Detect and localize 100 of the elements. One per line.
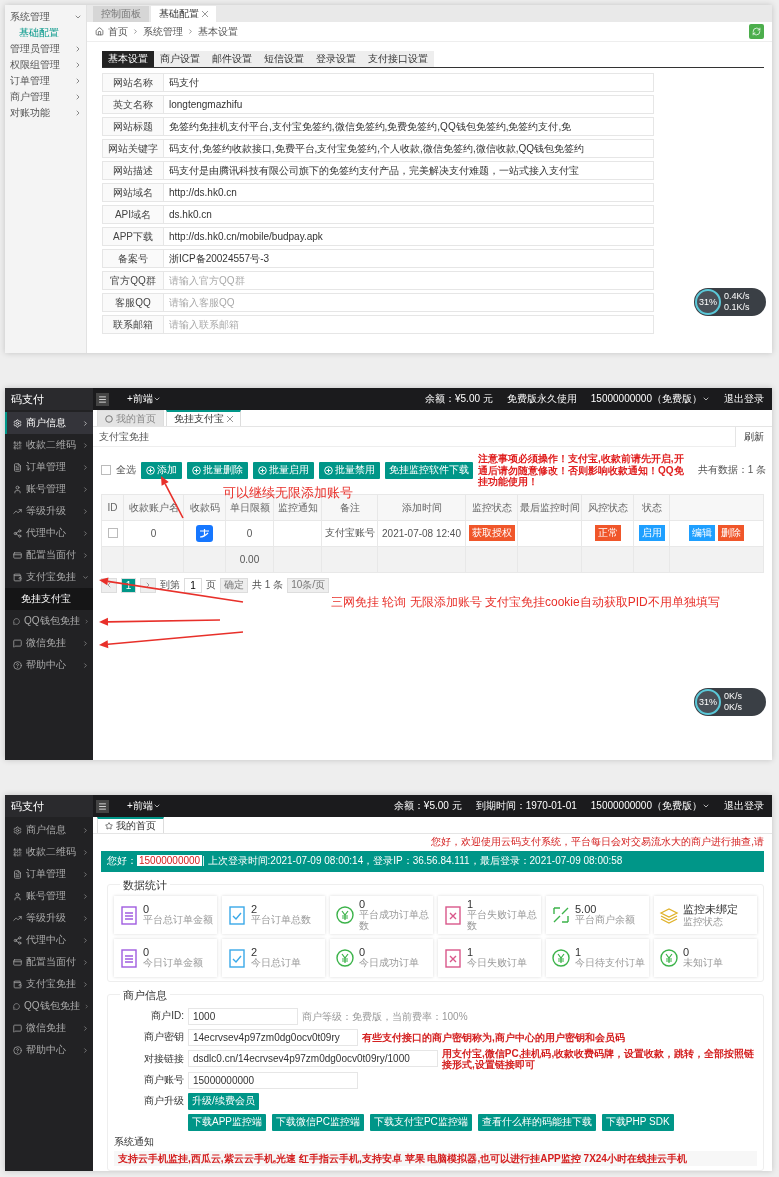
action-button[interactable]: 批量启用 bbox=[253, 461, 314, 479]
hint-text: 用支付宝,微信PC,挂机码,收款收费码牌，设置收款，跳转，全部按照链接形式,设置链接即可 bbox=[442, 1047, 756, 1070]
download-button[interactable]: 下载微信PC监控端 bbox=[272, 1113, 364, 1131]
input-field[interactable]: 15000000000 bbox=[188, 1071, 358, 1089]
sidebar-item[interactable]: 对账功能 bbox=[5, 105, 86, 121]
sidebar-item[interactable]: 代理中心 bbox=[5, 522, 93, 544]
field-label: 商户ID: bbox=[150, 1009, 184, 1023]
stat-label: 平台失败订单总数 bbox=[467, 910, 538, 931]
page-input[interactable]: 1 bbox=[184, 577, 202, 593]
download-button[interactable]: 下载PHP SDK bbox=[601, 1113, 674, 1131]
input-field[interactable]: 免签约免挂机支付平台,支付宝免签约,微信免签约,免费免签约,QQ钱包免签约,免签约支付,免 bbox=[164, 117, 654, 136]
sidebar-item[interactable]: 支付宝免挂 bbox=[5, 973, 93, 995]
action-button[interactable]: 批量删除 bbox=[187, 461, 248, 479]
stat-value: 0 bbox=[143, 946, 150, 959]
settings-tab[interactable]: 登录设置 bbox=[310, 51, 362, 67]
sidebar-item[interactable]: 账号管理 bbox=[5, 478, 93, 500]
account-menu[interactable]: 15000000000（免费版） bbox=[590, 392, 702, 406]
input-field[interactable]: 请输入官方QQ群 bbox=[164, 271, 654, 290]
field-label: API域名 bbox=[102, 205, 164, 224]
sidebar-item[interactable]: 系统管理 bbox=[5, 9, 86, 25]
sidebar-item[interactable]: 等级升级 bbox=[5, 907, 93, 929]
action-button[interactable]: 添加 bbox=[141, 461, 182, 479]
input-field[interactable]: 浙ICP备20024557号-3 bbox=[164, 249, 654, 268]
input-field[interactable]: 码支付 bbox=[164, 73, 654, 92]
sidebar-item[interactable]: 收款二维码 bbox=[5, 434, 93, 456]
breadcrumb-link[interactable]: 基本设置 bbox=[198, 24, 238, 39]
sidebar-item[interactable]: 微信免挂 bbox=[5, 632, 93, 654]
logo-text: 码支付 bbox=[5, 388, 93, 410]
input-field[interactable]: ds.hk0.cn bbox=[164, 205, 654, 224]
page-tab[interactable]: 我的首页 bbox=[97, 817, 164, 833]
table-header: 监控状态 bbox=[466, 494, 518, 521]
sidebar-item[interactable]: 商户信息 bbox=[5, 412, 93, 434]
settings-tab[interactable]: 商户设置 bbox=[154, 51, 206, 67]
sidebar-item[interactable]: 收款二维码 bbox=[5, 841, 93, 863]
cpu-percent: 31% bbox=[695, 689, 721, 715]
field-label: 网站名称 bbox=[102, 73, 164, 92]
input-field[interactable]: longtengmazhifu bbox=[164, 95, 654, 114]
frontend-menu[interactable]: +前端 bbox=[127, 392, 161, 406]
sidebar-item[interactable]: 支付宝免挂 bbox=[5, 566, 93, 588]
settings-tab[interactable]: 短信设置 bbox=[258, 51, 310, 67]
input-field[interactable]: http://ds.hk0.cn/mobile/budpay.apk bbox=[164, 227, 654, 246]
sidebar-subitem[interactable]: 免挂支付宝 bbox=[5, 588, 93, 610]
settings-tab[interactable]: 支付接口设置 bbox=[362, 51, 434, 67]
stat-value: 监控未绑定 bbox=[683, 901, 738, 916]
sidebar-item[interactable]: QQ钱包免挂 bbox=[5, 995, 93, 1017]
section-title: 商户信息 bbox=[120, 987, 170, 1003]
section-title: 系统通知 bbox=[114, 1134, 155, 1149]
sidebar-item[interactable]: 配置当面付 bbox=[5, 544, 93, 566]
refresh-button[interactable]: 刷新 bbox=[735, 426, 772, 447]
page-tab[interactable]: 基础配置 bbox=[151, 6, 216, 22]
table-header: ID bbox=[102, 494, 124, 521]
page-size-select[interactable]: 10条/页 bbox=[287, 577, 330, 593]
input-field[interactable]: 14ecrvsev4p97zm0dg0ocv0t09ry bbox=[188, 1028, 358, 1046]
sidebar-item[interactable]: 订单管理 bbox=[5, 863, 93, 885]
input-field[interactable]: 码支付,免签约收款接口,免费平台,支付宝免签约,个人收款,微信免签约,微信收款,QQ钱包免签约 bbox=[164, 139, 654, 158]
sidebar-item[interactable]: 帮助中心 bbox=[5, 1039, 93, 1061]
action-button[interactable]: 批量禁用 bbox=[319, 461, 380, 479]
download-button[interactable]: 下载支付宝PC监控端 bbox=[369, 1113, 472, 1131]
sidebar-item[interactable]: 微信免挂 bbox=[5, 1017, 93, 1039]
stat-value: 2 bbox=[251, 903, 258, 916]
sidebar-item[interactable]: 权限组管理 bbox=[5, 57, 86, 73]
stat-value: 0 bbox=[683, 946, 690, 959]
sidebar-item[interactable]: 订单管理 bbox=[5, 456, 93, 478]
breadcrumb-link[interactable]: 首页 bbox=[108, 24, 128, 39]
frontend-menu[interactable]: +前端 bbox=[127, 799, 161, 813]
sidebar-subitem[interactable]: 基础配置 bbox=[5, 25, 86, 41]
sidebar-item[interactable]: 订单管理 bbox=[5, 73, 86, 89]
sidebar-item[interactable]: 帮助中心 bbox=[5, 654, 93, 676]
field-label: APP下载 bbox=[102, 227, 164, 246]
breadcrumb-link[interactable]: 系统管理 bbox=[143, 24, 183, 39]
sidebar-item[interactable]: 代理中心 bbox=[5, 929, 93, 951]
sidebar-item[interactable]: QQ钱包免挂 bbox=[5, 610, 93, 632]
settings-tab[interactable]: 基本设置 bbox=[102, 51, 154, 67]
upgrade-button[interactable]: 升级/续费会员 bbox=[188, 1092, 259, 1110]
input-field[interactable]: 码支付是由腾讯科技有限公司旗下的免签约支付产品，完美解决支付难题，一站式接入支付宝 bbox=[164, 161, 654, 180]
sidebar-item[interactable]: 配置当面付 bbox=[5, 951, 93, 973]
logout-link[interactable]: 退出登录 bbox=[724, 392, 764, 406]
stat-label: 平台商户余额 bbox=[575, 915, 635, 926]
input-field[interactable]: 请输入客服QQ bbox=[164, 293, 654, 312]
input-field[interactable]: 1000 bbox=[188, 1007, 298, 1025]
confirm-button[interactable]: 确定 bbox=[220, 577, 248, 593]
action-button[interactable]: 免挂监控软件下载 bbox=[385, 461, 473, 479]
input-field[interactable]: dsdlc0.cn/14ecrvsev4p97zm0dg0ocv0t09ry/1000 bbox=[188, 1050, 438, 1067]
sidebar-item[interactable]: 商户管理 bbox=[5, 89, 86, 105]
input-field[interactable]: 请输入联系邮箱 bbox=[164, 315, 654, 334]
sidebar-item[interactable]: 管理员管理 bbox=[5, 41, 86, 57]
total-count: 共有数据：1 条 bbox=[697, 463, 766, 478]
field-label: 官方QQ群 bbox=[102, 271, 164, 290]
page-tab[interactable]: 免挂支付宝 bbox=[166, 410, 241, 426]
input-field[interactable]: http://ds.hk0.cn bbox=[164, 183, 654, 202]
download-button[interactable]: 下载APP监控端 bbox=[188, 1113, 266, 1131]
sidebar-item[interactable]: 等级升级 bbox=[5, 500, 93, 522]
download-button[interactable]: 查看什么样的码能挂下载 bbox=[477, 1113, 596, 1131]
sidebar-item[interactable]: 商户信息 bbox=[5, 819, 93, 841]
plan-text: 免费版永久使用 bbox=[506, 392, 577, 406]
settings-tab[interactable]: 邮件设置 bbox=[206, 51, 258, 67]
stat-label: 今日总订单 bbox=[251, 958, 301, 969]
account-menu[interactable]: 15000000000（免费版） bbox=[590, 799, 702, 813]
sidebar-item[interactable]: 账号管理 bbox=[5, 885, 93, 907]
logout-link[interactable]: 退出登录 bbox=[724, 799, 764, 813]
